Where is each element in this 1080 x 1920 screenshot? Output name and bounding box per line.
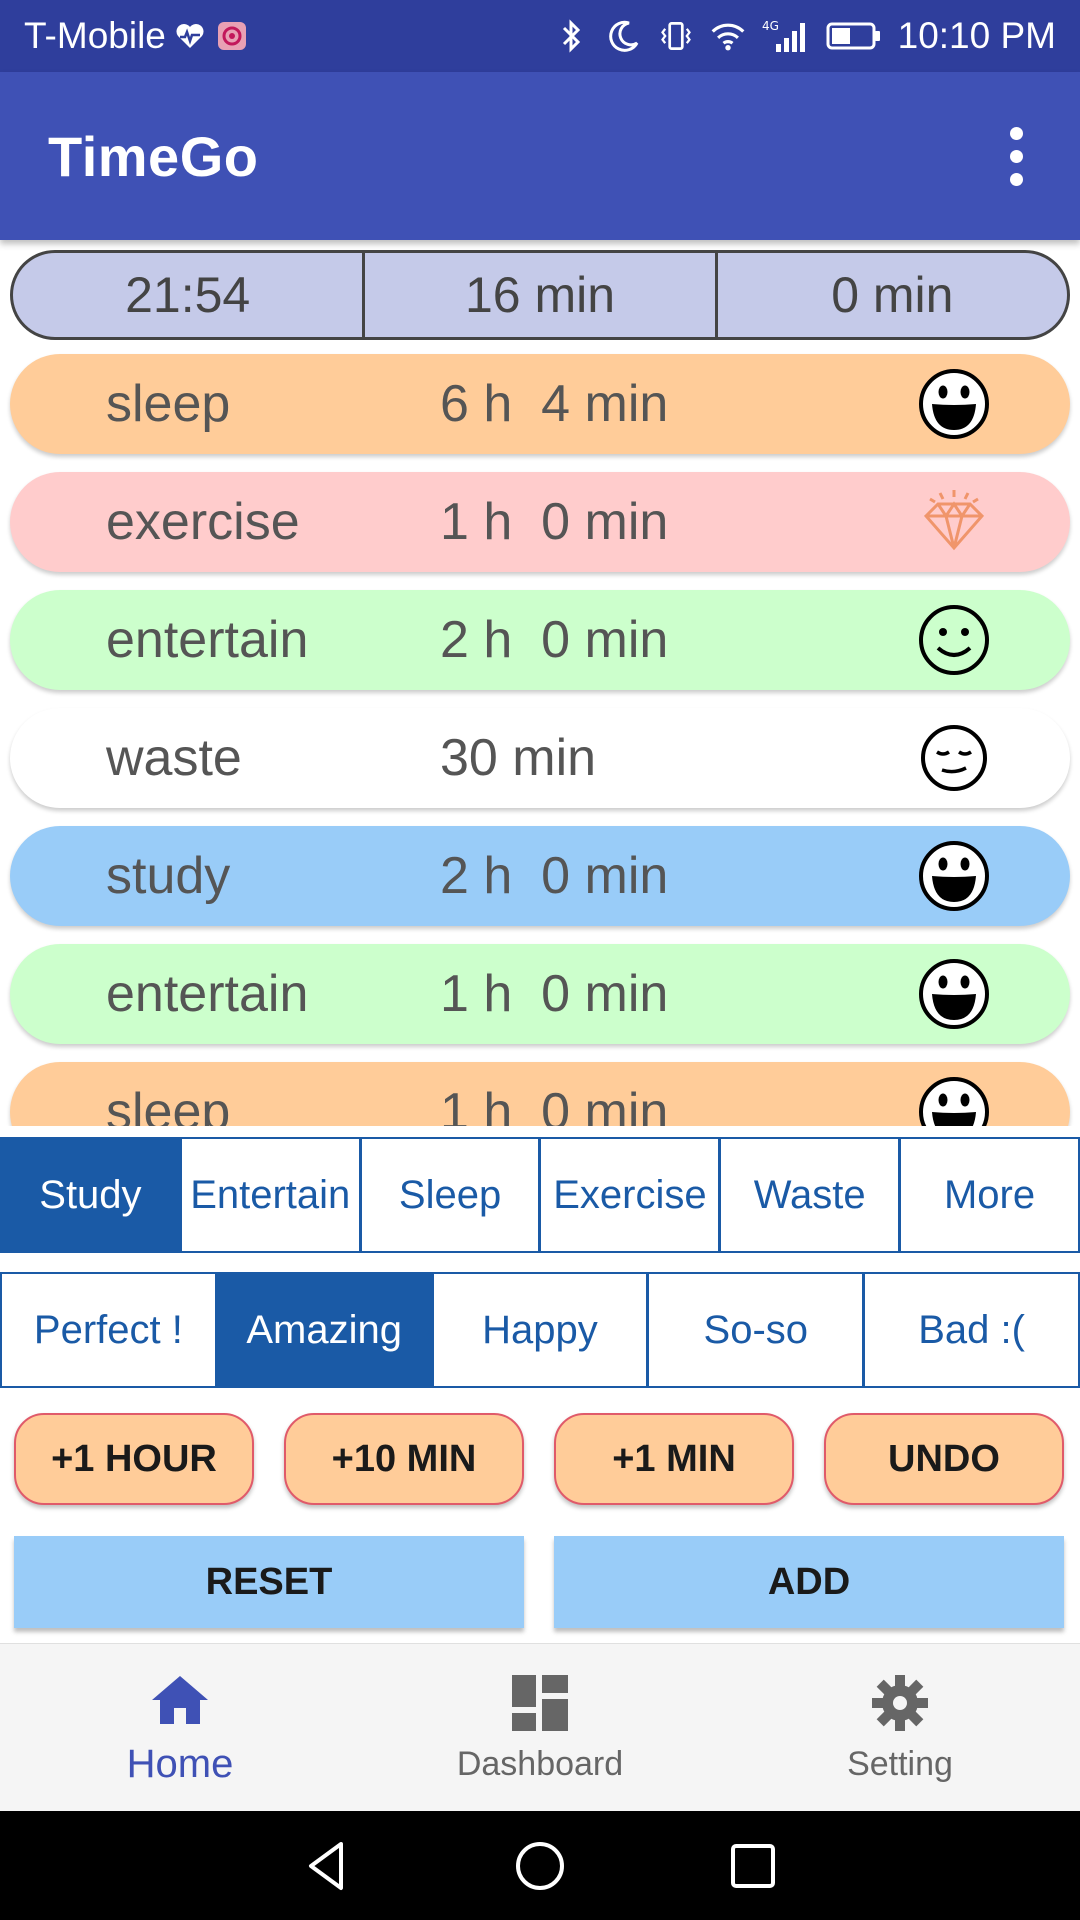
diamond-icon: [923, 490, 985, 551]
summary-bar: 21:54 16 min 0 min: [10, 250, 1070, 340]
app-notification-icon: [214, 18, 250, 54]
record-category: sleep: [106, 1083, 231, 1126]
laughing-face-icon: [919, 841, 989, 911]
tab-mood-perfect[interactable]: Perfect !: [2, 1274, 218, 1386]
app-bar: TimeGo: [0, 72, 1080, 240]
record-row[interactable]: sleep 1 h 0 min: [10, 1062, 1070, 1126]
nav-item-home[interactable]: Home: [0, 1644, 360, 1811]
mood-tabs: Perfect ! Amazing Happy So-so Bad :(: [0, 1272, 1080, 1388]
tab-category-sleep[interactable]: Sleep: [361, 1139, 542, 1251]
network-type-label: 4G: [762, 19, 779, 33]
status-left: T-Mobile: [24, 15, 250, 57]
vibrate-icon: [658, 18, 694, 54]
tab-mood-bad[interactable]: Bad :(: [865, 1274, 1078, 1386]
record-row[interactable]: entertain 1 h 0 min: [10, 944, 1070, 1044]
record-category: study: [106, 847, 231, 905]
cell-signal-icon: 4G: [762, 18, 810, 54]
status-time: 10:10 PM: [897, 15, 1056, 56]
bottom-nav: Home Dashboard Setting: [0, 1643, 1080, 1811]
record-row[interactable]: study 2 h 0 min: [10, 826, 1070, 926]
record-duration: 6 h 4 min: [440, 375, 669, 433]
record-row[interactable]: exercise 1 h 0 min: [10, 472, 1070, 572]
record-duration: 30 min: [440, 729, 597, 787]
moon-icon: [606, 18, 642, 54]
bluetooth-icon: [554, 18, 590, 54]
nav-label-home: Home: [126, 1742, 234, 1786]
reset-button[interactable]: RESET: [14, 1536, 524, 1628]
back-icon[interactable]: [299, 1838, 355, 1894]
gear-icon: [872, 1675, 928, 1731]
record-row[interactable]: entertain 2 h 0 min: [10, 590, 1070, 690]
summary-remaining: 0 min: [831, 267, 954, 323]
record-row[interactable]: sleep 6 h 4 min: [10, 354, 1070, 454]
add-one-min-button[interactable]: +1 MIN: [554, 1413, 794, 1505]
tab-category-more[interactable]: More: [901, 1139, 1078, 1251]
add-hour-button[interactable]: +1 HOUR: [14, 1413, 254, 1505]
tab-category-waste[interactable]: Waste: [721, 1139, 902, 1251]
meh-face-icon: [921, 725, 987, 791]
record-category: exercise: [106, 493, 300, 551]
summary-elapsed: 16 min: [365, 253, 718, 337]
tab-mood-happy[interactable]: Happy: [433, 1274, 650, 1386]
recents-icon[interactable]: [725, 1838, 781, 1894]
tab-category-entertain[interactable]: Entertain: [181, 1139, 362, 1251]
nav-item-dashboard[interactable]: Dashboard: [360, 1644, 720, 1811]
add-button[interactable]: ADD: [554, 1536, 1064, 1628]
system-nav-bar: [0, 1811, 1080, 1920]
nav-item-setting[interactable]: Setting: [720, 1644, 1080, 1811]
record-duration: 2 h 0 min: [440, 847, 669, 905]
records-list[interactable]: sleep 6 h 4 min exercise 1 h 0 min enter…: [0, 352, 1080, 1126]
home-circle-icon[interactable]: [512, 1838, 568, 1894]
overflow-menu-icon[interactable]: [976, 112, 1056, 200]
undo-button[interactable]: UNDO: [824, 1413, 1064, 1505]
home-icon: [152, 1676, 208, 1724]
record-duration: 1 h 0 min: [440, 1083, 669, 1126]
record-duration: 1 h 0 min: [440, 965, 669, 1023]
carrier-label: T-Mobile: [24, 15, 166, 56]
battery-icon: [826, 18, 882, 54]
laughing-face-icon: [919, 959, 989, 1029]
summary-clock: 21:54: [13, 253, 366, 337]
status-bar: T-Mobile 4G 10:10 PM: [0, 0, 1080, 72]
nav-label-setting: Setting: [847, 1745, 953, 1783]
record-duration: 1 h 0 min: [440, 493, 669, 551]
category-tabs: Study Entertain Sleep Exercise Waste Mor…: [0, 1137, 1080, 1253]
heart-rate-icon: [172, 18, 208, 54]
record-row[interactable]: waste 30 min: [10, 708, 1070, 808]
dashboard-icon: [512, 1675, 568, 1731]
laughing-face-icon: [919, 1077, 989, 1126]
record-category: entertain: [106, 611, 309, 669]
smiling-face-icon: [919, 605, 989, 675]
screen: T-Mobile 4G 10:10 PM TimeGo 21:54 16 min…: [0, 0, 1080, 1920]
tab-category-exercise[interactable]: Exercise: [541, 1139, 722, 1251]
record-duration: 2 h 0 min: [440, 611, 669, 669]
add-ten-min-button[interactable]: +10 MIN: [284, 1413, 524, 1505]
record-category: waste: [106, 729, 242, 787]
app-title: TimeGo: [48, 124, 259, 188]
tab-mood-amazing[interactable]: Amazing: [217, 1274, 434, 1386]
tab-mood-so-so[interactable]: So-so: [649, 1274, 866, 1386]
tab-category-study[interactable]: Study: [2, 1139, 182, 1251]
status-right: 4G 10:10 PM: [554, 15, 1056, 57]
nav-label-dashboard: Dashboard: [456, 1745, 624, 1783]
wifi-icon: [710, 18, 746, 54]
laughing-face-icon: [919, 369, 989, 439]
record-category: sleep: [106, 375, 231, 433]
record-category: entertain: [106, 965, 309, 1023]
